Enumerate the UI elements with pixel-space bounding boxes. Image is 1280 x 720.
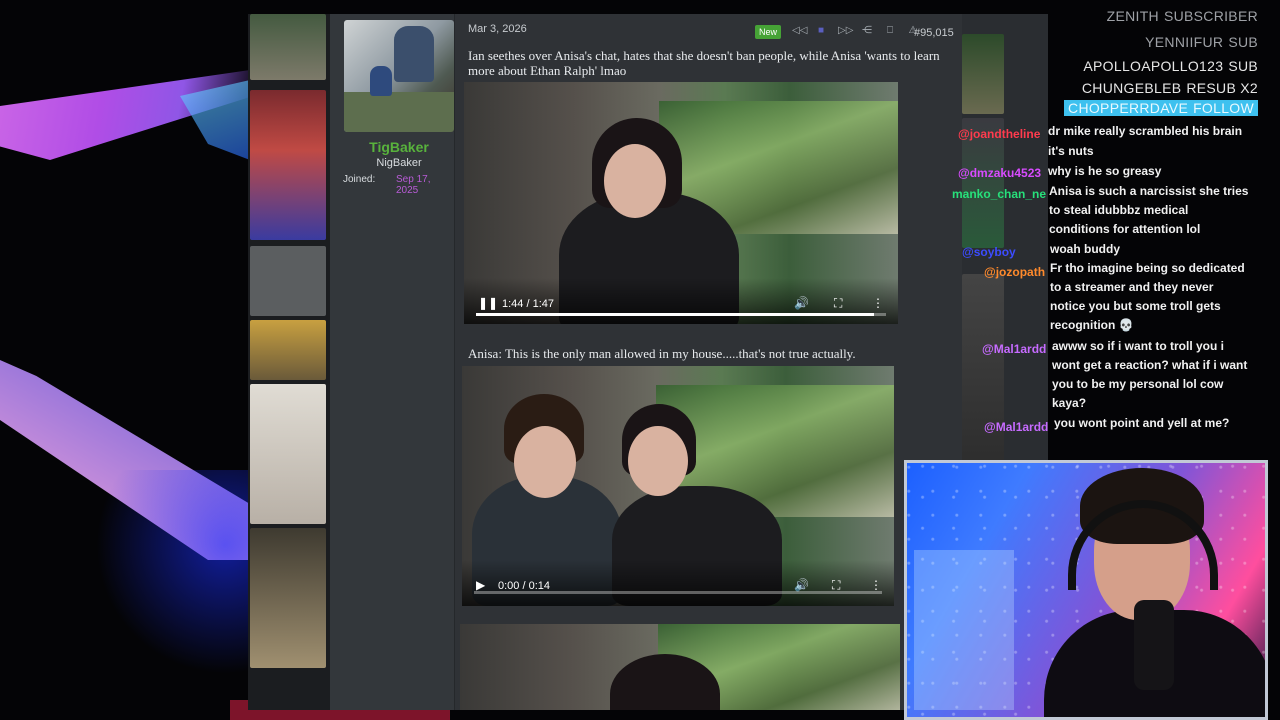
alert-row: ZENITH SUBSCRIBER bbox=[1106, 8, 1258, 24]
thumbnail[interactable] bbox=[250, 90, 326, 240]
webcam-feed bbox=[904, 460, 1268, 720]
post-caption: Anisa: This is the only man allowed in m… bbox=[468, 346, 856, 361]
chat-message: woah buddy bbox=[1050, 242, 1120, 256]
volume-icon[interactable]: 🔊 bbox=[794, 578, 809, 592]
chat-username: @soyboy bbox=[962, 245, 1016, 259]
alert-row: CHUNGEBLEB RESUB X2 bbox=[1081, 80, 1258, 96]
new-badge: New bbox=[755, 25, 782, 39]
chat-message: why is he so greasy bbox=[1048, 164, 1162, 178]
chat-message: conditions for attention lol bbox=[1049, 222, 1201, 236]
chat-username: @joandtheline bbox=[958, 127, 1041, 141]
avatar[interactable] bbox=[344, 20, 454, 132]
chat-message: kaya? bbox=[1052, 396, 1087, 410]
forum-post: TigBaker NigBaker Joined: Sep 17, 2025 M… bbox=[330, 14, 962, 710]
user-title: NigBaker bbox=[376, 157, 422, 169]
rewind-icon[interactable]: ◁◁ bbox=[792, 25, 807, 36]
alert-row: CHOPPERRDAVE FOLLOW bbox=[1064, 100, 1258, 116]
video-time: 1:44 / 1:47 bbox=[502, 298, 554, 310]
glitch-art bbox=[0, 470, 250, 720]
chat-username: manko_chan_ne bbox=[952, 187, 1047, 201]
chat-message: you wont point and yell at me? bbox=[1054, 416, 1230, 430]
alert-row: APOLLOAPOLLO123 SUB bbox=[1083, 58, 1258, 74]
forward-icon[interactable]: ▷▷ bbox=[838, 25, 853, 36]
video-progress-bar[interactable] bbox=[474, 591, 882, 594]
chat-username: @Mal1ardd bbox=[982, 342, 1047, 356]
chat-message: to a streamer and they never bbox=[1050, 280, 1214, 294]
chat-message: notice you but some troll gets bbox=[1050, 299, 1221, 313]
bookmark-icon[interactable]: ⎕ bbox=[884, 25, 896, 36]
more-options-icon[interactable]: ⋮ bbox=[872, 296, 884, 310]
play-icon[interactable]: ▶ bbox=[476, 578, 485, 592]
video-player[interactable]: ▶ 0:00 / 0:14 🔊 ⛶ ⋮ bbox=[462, 366, 894, 606]
username-link[interactable]: TigBaker bbox=[344, 139, 454, 155]
chat-message: you to be my personal lol cow bbox=[1052, 377, 1224, 391]
chat-message: dr mike really scrambled his brain bbox=[1048, 124, 1243, 138]
chat-message: awww so if i want to troll you i bbox=[1052, 339, 1225, 353]
stream-layout: TigBaker NigBaker Joined: Sep 17, 2025 M… bbox=[0, 0, 1280, 720]
chat-message: to steal idubbbz medical bbox=[1049, 203, 1189, 217]
post-date[interactable]: Mar 3, 2026 bbox=[468, 23, 527, 35]
thumbnail[interactable] bbox=[250, 320, 326, 380]
thumbnail[interactable] bbox=[250, 384, 326, 524]
post-caption: Ian seethes over Anisa's chat, hates tha… bbox=[468, 48, 940, 78]
video-progress-bar[interactable] bbox=[476, 313, 886, 316]
post-user-sidebar: TigBaker NigBaker Joined: Sep 17, 2025 bbox=[330, 14, 455, 710]
thumbnail[interactable] bbox=[250, 528, 326, 668]
tag-icon[interactable]: ■ bbox=[815, 25, 827, 36]
more-options-icon[interactable]: ⋮ bbox=[870, 578, 882, 592]
joined-label: Joined: bbox=[343, 174, 376, 185]
left-thumbnail-column bbox=[248, 14, 330, 710]
share-icon[interactable]: ⋲ bbox=[861, 25, 873, 36]
post-body: Mar 3, 2026 New ◁◁ ■ ▷▷ ⋲ ⎕ ⚠ #95,015 Ia… bbox=[460, 14, 962, 710]
thumbnail[interactable] bbox=[250, 246, 326, 316]
chat-message: Anisa is such a narcissist she tries bbox=[1049, 184, 1249, 198]
chat-username: @Mal1ardd bbox=[984, 420, 1049, 434]
stream-chat-overlay: ZENITH SUBSCRIBER YENNIIFUR SUB APOLLOAPOL… bbox=[940, 0, 1280, 460]
video-player[interactable]: ❚❚ 1:44 / 1:47 🔊 ⛶ ⋮ bbox=[464, 82, 898, 324]
video-player[interactable] bbox=[460, 624, 900, 710]
joined-date: Sep 17, 2025 bbox=[396, 174, 431, 196]
chat-username: @dmzaku4523 bbox=[958, 166, 1042, 180]
fullscreen-icon[interactable]: ⛶ bbox=[834, 296, 842, 311]
chat-message: it's nuts bbox=[1048, 144, 1094, 158]
alert-row: YENNIIFUR SUB bbox=[1145, 34, 1258, 50]
volume-icon[interactable]: 🔊 bbox=[794, 296, 809, 310]
chat-username: @jozopath bbox=[984, 265, 1046, 279]
pause-icon[interactable]: ❚❚ bbox=[478, 296, 498, 310]
chat-message: recognition 💀 bbox=[1050, 318, 1134, 332]
thumbnail[interactable] bbox=[250, 14, 326, 80]
chat-message: Fr tho imagine being so dedicated bbox=[1050, 261, 1245, 275]
post-actions: ◁◁ ■ ▷▷ ⋲ ⎕ ⚠ bbox=[792, 25, 919, 36]
chat-message: wont get a reaction? what if i want bbox=[1052, 358, 1248, 372]
